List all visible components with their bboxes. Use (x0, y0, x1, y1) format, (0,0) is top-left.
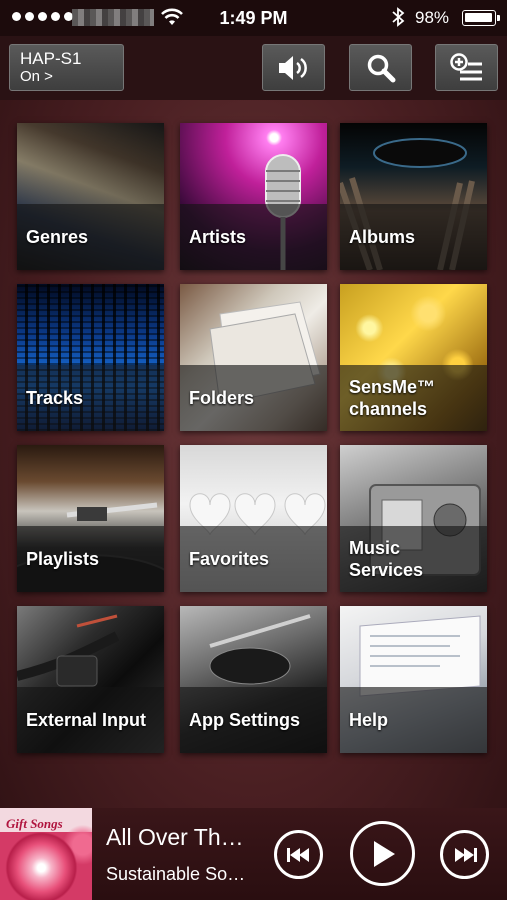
menu-tile-favorites[interactable]: Favorites (180, 445, 327, 592)
next-button[interactable] (440, 830, 489, 879)
menu-grid: Genres Artists Albums Tracks Folders Sen… (17, 123, 489, 754)
tile-label: Help (349, 710, 389, 730)
now-playing-bar[interactable]: Gift Songs All Over Th… Sustainable So… (0, 808, 507, 900)
tile-label: Favorites (189, 549, 270, 569)
device-selector-button[interactable]: HAP-S1 On > (9, 44, 124, 91)
tile-label: Folders (189, 388, 255, 408)
track-title: All Over Th… (106, 824, 244, 850)
battery-icon (462, 10, 500, 26)
volume-icon (278, 55, 307, 80)
menu-tile-genres[interactable]: Genres (17, 123, 164, 270)
tile-label: External Input (26, 710, 147, 730)
album-art[interactable]: Gift Songs (0, 808, 92, 900)
status-bar: 1:49 PM 98% (0, 0, 507, 36)
tile-label: Albums (349, 227, 416, 247)
tile-label: App Settings (189, 710, 300, 730)
tile-label: Genres (26, 227, 89, 247)
album-art-text: Gift Songs (6, 816, 63, 831)
menu-tile-artists[interactable]: Artists (180, 123, 327, 270)
menu-tile-playlists[interactable]: Playlists (17, 445, 164, 592)
tile-label: Playlists (26, 549, 100, 569)
bluetooth-icon (392, 7, 405, 27)
previous-button[interactable] (274, 830, 323, 879)
battery-percent: 98% (415, 8, 450, 27)
menu-tile-tracks[interactable]: Tracks (17, 284, 164, 431)
add-to-playlist-icon (449, 52, 482, 80)
top-bar: HAP-S1 On > (0, 36, 507, 100)
menu-tile-folders[interactable]: Folders (180, 284, 327, 431)
menu-tile-help[interactable]: Help (340, 606, 487, 753)
menu-tile-music-services[interactable]: Music Services (340, 445, 487, 592)
menu-tile-app-settings[interactable]: App Settings (180, 606, 327, 753)
play-button[interactable] (350, 821, 415, 886)
tile-label: Tracks (26, 388, 84, 408)
menu-tile-external-input[interactable]: External Input (17, 606, 164, 753)
next-icon (454, 847, 477, 862)
tile-label: Artists (189, 227, 247, 247)
previous-icon (286, 847, 309, 862)
menu-tile-albums[interactable]: Albums (340, 123, 487, 270)
track-artist: Sustainable So… (106, 864, 246, 884)
search-icon (367, 54, 395, 82)
add-to-playlist-button[interactable] (435, 44, 498, 91)
device-status: On > (20, 68, 53, 85)
menu-tile-sensme-channels[interactable]: SensMe™ channels (340, 284, 487, 431)
tile-label: SensMe™ channels (349, 377, 436, 419)
device-name: HAP-S1 (20, 49, 82, 68)
volume-button[interactable] (262, 44, 325, 91)
search-button[interactable] (349, 44, 412, 91)
tile-label: Music Services (349, 538, 424, 580)
play-icon (373, 840, 395, 867)
